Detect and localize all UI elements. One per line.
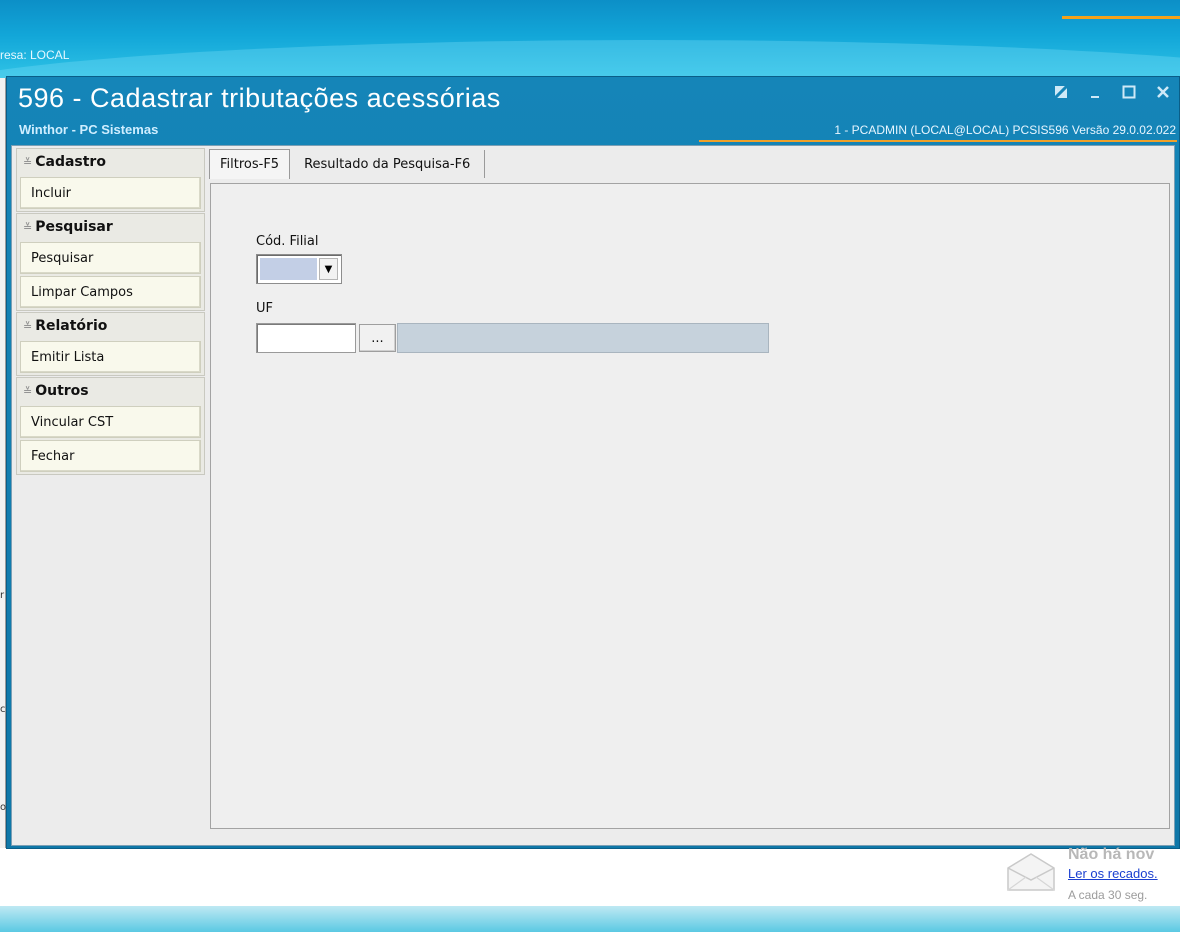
banner-accent-line <box>1062 16 1180 19</box>
session-status: 1 - PCADMIN (LOCAL@LOCAL) PCSIS596 Versã… <box>834 123 1176 137</box>
emitir-lista-button[interactable]: Emitir Lista <box>20 341 201 373</box>
pesquisar-button[interactable]: Pesquisar <box>20 242 201 274</box>
group-header-cadastro[interactable]: ≚ Cadastro <box>17 149 204 175</box>
window-titlebar[interactable]: 596 - Cadastrar tributações acessórias W… <box>7 77 1179 145</box>
recados-widget: Não há nov Ler os recados. A cada 30 seg… <box>1004 846 1180 906</box>
action-sidebar: ≚ Cadastro Incluir ≚ Pesquisar Pesquisar… <box>16 148 205 480</box>
empresa-label: resa: LOCAL <box>0 48 70 62</box>
window-body: ≚ Cadastro Incluir ≚ Pesquisar Pesquisar… <box>11 145 1175 846</box>
group-header-label: Cadastro <box>35 154 106 170</box>
cod-filial-value <box>260 258 317 280</box>
group-header-relatorio[interactable]: ≚ Relatório <box>17 313 204 339</box>
restore-icon[interactable] <box>1051 84 1071 103</box>
maximize-icon[interactable] <box>1119 85 1139 103</box>
group-cadastro: ≚ Cadastro Incluir <box>16 148 205 212</box>
tab-bar: Filtros-F5 Resultado da Pesquisa-F6 <box>209 149 486 179</box>
ler-recados-link[interactable]: Ler os recados. <box>1068 866 1158 881</box>
group-header-pesquisar[interactable]: ≚ Pesquisar <box>17 214 204 240</box>
minimize-icon[interactable] <box>1085 85 1105 103</box>
group-header-label: Outros <box>35 383 89 399</box>
desktop-banner <box>0 0 1180 78</box>
uf-description-field <box>397 323 769 353</box>
dropdown-arrow-icon[interactable]: ▼ <box>319 258 338 280</box>
status-underline <box>699 140 1177 142</box>
incluir-button[interactable]: Incluir <box>20 177 201 209</box>
group-header-label: Relatório <box>35 318 108 334</box>
window-title: 596 - Cadastrar tributações acessórias <box>18 83 501 113</box>
uf-input[interactable] <box>256 323 356 353</box>
group-pesquisar: ≚ Pesquisar Pesquisar Limpar Campos <box>16 213 205 311</box>
limpar-campos-button[interactable]: Limpar Campos <box>20 276 201 308</box>
chevron-down-icon: ≚ <box>23 155 33 169</box>
chevron-down-icon: ≚ <box>23 319 33 333</box>
cod-filial-select[interactable]: ▼ <box>256 254 342 284</box>
main-window: 596 - Cadastrar tributações acessórias W… <box>6 76 1180 849</box>
envelope-icon <box>1007 853 1055 891</box>
group-outros: ≚ Outros Vincular CST Fechar <box>16 377 205 475</box>
filtros-panel: Cód. Filial ▼ UF ... <box>210 183 1170 829</box>
close-icon[interactable] <box>1153 85 1173 103</box>
fechar-button[interactable]: Fechar <box>20 440 201 472</box>
group-relatorio: ≚ Relatório Emitir Lista <box>16 312 205 376</box>
chevron-down-icon: ≚ <box>23 384 33 398</box>
vincular-cst-button[interactable]: Vincular CST <box>20 406 201 438</box>
chevron-down-icon: ≚ <box>23 220 33 234</box>
uf-lookup-button[interactable]: ... <box>359 324 396 352</box>
uf-label: UF <box>256 301 273 316</box>
window-subtitle: Winthor - PC Sistemas <box>19 122 159 137</box>
group-header-label: Pesquisar <box>35 219 113 235</box>
recados-interval: A cada 30 seg. <box>1068 888 1148 902</box>
recados-status: Não há nov <box>1068 846 1155 863</box>
group-header-outros[interactable]: ≚ Outros <box>17 378 204 404</box>
tab-resultado-pesquisa[interactable]: Resultado da Pesquisa-F6 <box>290 150 486 178</box>
banner-swoosh <box>0 40 1180 78</box>
cod-filial-label: Cód. Filial <box>256 234 319 249</box>
window-controls <box>1051 84 1173 103</box>
taskbar-band <box>0 906 1180 932</box>
tab-filtros[interactable]: Filtros-F5 <box>209 149 291 179</box>
